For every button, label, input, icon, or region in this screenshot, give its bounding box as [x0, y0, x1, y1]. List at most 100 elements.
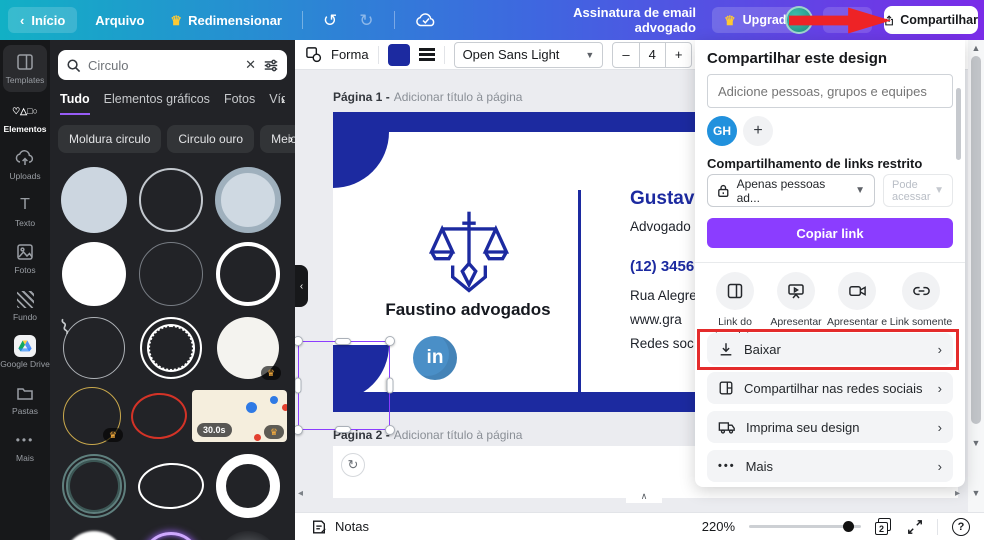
- zoom-slider-knob[interactable]: [843, 521, 855, 532]
- font-size-value[interactable]: 4: [638, 42, 666, 67]
- document-title[interactable]: Assinatura de email advogado: [540, 5, 696, 35]
- hscroll-right-arrow[interactable]: ▸: [955, 488, 960, 499]
- font-family-select[interactable]: Open Sans Light ▼: [453, 41, 604, 68]
- permission-dropdown[interactable]: Pode acessar ▼: [883, 174, 953, 207]
- result-circle-filled-white[interactable]: [58, 239, 130, 309]
- tab-fotos[interactable]: Fotos: [224, 92, 255, 115]
- border-weight-icon[interactable]: [418, 48, 435, 61]
- font-size-increase[interactable]: +: [666, 43, 692, 67]
- sidebar-item-fundo[interactable]: Fundo: [0, 282, 50, 329]
- address[interactable]: Rua Alegre: [630, 288, 697, 303]
- search-input[interactable]: Circulo: [88, 58, 238, 73]
- fullscreen-icon[interactable]: [907, 519, 923, 535]
- result-video-animated-circles[interactable]: 30.0s ♛: [192, 387, 287, 445]
- share-button[interactable]: Compartilhar: [884, 6, 978, 34]
- pill-circulo-ouro[interactable]: Circulo ouro: [167, 125, 255, 153]
- row-share-social[interactable]: Compartilhar nas redes sociais ›: [707, 372, 953, 404]
- pills-overflow-chevron-icon[interactable]: ›: [289, 132, 293, 146]
- phone-number[interactable]: (12) 3456: [630, 258, 694, 275]
- hscroll-left-arrow[interactable]: ◂: [298, 488, 303, 499]
- row-download[interactable]: Baixar ›: [707, 333, 953, 365]
- sidebar-item-mais[interactable]: ••• Mais: [0, 423, 50, 470]
- scroll-down-arrow-2[interactable]: ▼: [968, 488, 984, 498]
- social-label[interactable]: Redes soc: [630, 336, 694, 351]
- brand-name[interactable]: Faustino advogados: [353, 300, 583, 320]
- linkedin-icon[interactable]: in: [413, 336, 457, 380]
- resize-button[interactable]: ♛ Redimensionar: [162, 13, 290, 28]
- vertical-scrollbar[interactable]: ▲ ▼ ▼: [968, 40, 984, 512]
- result-circle-glow-white[interactable]: [58, 527, 130, 540]
- result-circle-ring-border[interactable]: [212, 165, 284, 235]
- website[interactable]: www.gra: [630, 312, 682, 327]
- search-bar[interactable]: Circulo ✕: [58, 50, 287, 80]
- sidebar-item-texto[interactable]: T Texto: [0, 188, 50, 235]
- row-more[interactable]: ••• Mais ›: [707, 450, 953, 482]
- lawyer-role[interactable]: Advogado: [630, 219, 691, 234]
- undo-icon[interactable]: ↺: [315, 12, 345, 29]
- scrollbar-thumb[interactable]: [971, 56, 981, 424]
- result-circle-leaf-frame[interactable]: ⌇: [58, 313, 130, 383]
- redo-icon[interactable]: ↻: [351, 12, 381, 29]
- selection-handle[interactable]: [294, 377, 302, 394]
- result-circle-brush-teal[interactable]: [58, 451, 130, 521]
- selection-handle[interactable]: [335, 426, 351, 433]
- copy-link-button[interactable]: Copiar link: [707, 218, 953, 248]
- fill-color-swatch[interactable]: [387, 43, 410, 66]
- result-ellipse-sketch-red[interactable]: [129, 387, 189, 445]
- access-dropdown[interactable]: Apenas pessoas ad... ▼: [707, 174, 875, 207]
- refresh-icon[interactable]: ↻: [341, 453, 365, 477]
- result-circle-textured-pro[interactable]: ♛: [212, 313, 284, 383]
- selection-box[interactable]: [293, 336, 395, 435]
- page-count-button[interactable]: 2: [875, 517, 893, 536]
- selection-handle[interactable]: [385, 336, 395, 346]
- law-firm-logo[interactable]: [421, 204, 517, 300]
- quick-action-present[interactable]: Apresentar: [764, 272, 828, 330]
- shape-label[interactable]: Forma: [331, 47, 369, 62]
- result-circle-neon-purple[interactable]: [135, 527, 207, 540]
- page1-label[interactable]: Página 1 - Adicionar título à página: [333, 90, 522, 104]
- home-button[interactable]: ‹ Início: [8, 7, 78, 33]
- result-circle-outline-thin[interactable]: [135, 165, 207, 235]
- zoom-percentage[interactable]: 220%: [702, 519, 735, 534]
- font-size-decrease[interactable]: –: [613, 43, 638, 67]
- clear-search-icon[interactable]: ✕: [245, 57, 256, 73]
- selection-handle[interactable]: [386, 377, 394, 394]
- scroll-up-arrow[interactable]: ▲: [968, 43, 984, 53]
- row-print-design[interactable]: Imprima seu design ›: [707, 411, 953, 443]
- scroll-down-arrow[interactable]: ▼: [968, 438, 984, 448]
- result-circle-blur-gray[interactable]: [212, 527, 284, 540]
- design-quarter-circle-top[interactable]: [333, 132, 389, 188]
- dialog-scrollbar[interactable]: [956, 88, 961, 160]
- tab-elementos-graficos[interactable]: Elementos gráficos: [104, 92, 210, 115]
- sidebar-item-fotos[interactable]: Fotos: [0, 235, 50, 282]
- result-circle-outline-hairline[interactable]: [135, 239, 207, 309]
- sidebar-item-uploads[interactable]: Uploads: [0, 141, 50, 188]
- panel-collapse-handle[interactable]: ‹: [295, 265, 308, 307]
- result-circle-gold-thin-pro[interactable]: ♛: [58, 387, 126, 445]
- help-button[interactable]: ?: [952, 517, 970, 536]
- result-circle-ring-thick[interactable]: [212, 451, 284, 521]
- design-divider-line[interactable]: [578, 190, 581, 398]
- tabs-overflow-chevron-icon[interactable]: ›: [281, 93, 285, 107]
- selection-handle[interactable]: [385, 425, 395, 435]
- result-circle-dotted-double[interactable]: [135, 313, 207, 383]
- collaborator-avatar[interactable]: GH: [707, 116, 737, 146]
- result-ellipse-sketch-white[interactable]: [135, 451, 207, 521]
- sidebar-item-google-drive[interactable]: Google Drive: [0, 329, 50, 376]
- result-circle-filled-bluegray[interactable]: [58, 165, 130, 235]
- selection-handle[interactable]: [335, 338, 351, 345]
- add-person-button[interactable]: +: [743, 116, 773, 146]
- file-menu-button[interactable]: Arquivo: [83, 13, 156, 28]
- pill-moldura-circulo[interactable]: Moldura circulo: [58, 125, 162, 153]
- tab-tudo[interactable]: Tudo: [60, 92, 90, 115]
- result-circle-outline-medium[interactable]: [212, 239, 284, 309]
- sidebar-item-elementos[interactable]: ♡ △ □ ○ Elementos: [0, 94, 50, 141]
- notes-button[interactable]: Notas: [295, 519, 369, 535]
- zoom-slider[interactable]: [749, 521, 861, 532]
- people-input[interactable]: [707, 74, 953, 108]
- sidebar-item-templates[interactable]: Templates: [3, 45, 47, 92]
- expand-bottom-panel-tab[interactable]: ∧: [626, 490, 662, 503]
- filter-sliders-icon[interactable]: [263, 58, 279, 73]
- sidebar-item-pastas[interactable]: Pastas: [0, 376, 50, 423]
- page2-label[interactable]: Página 2 - Adicionar título à página: [333, 428, 522, 442]
